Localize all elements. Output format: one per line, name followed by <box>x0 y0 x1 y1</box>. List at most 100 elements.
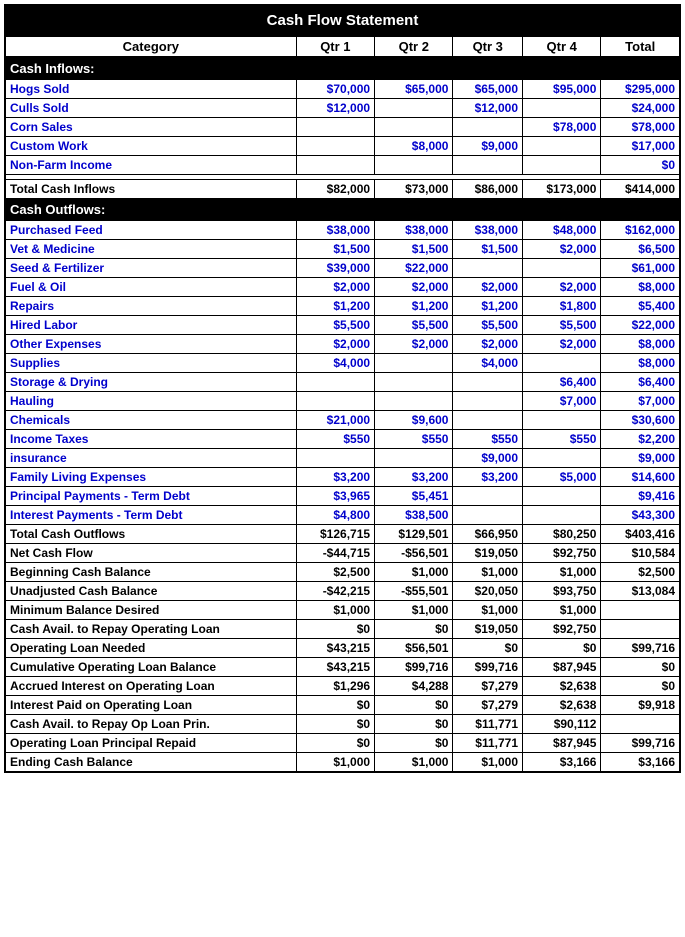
row-value <box>523 449 601 468</box>
row-value: $0 <box>296 696 374 715</box>
row-category: Cumulative Operating Loan Balance <box>5 658 296 677</box>
row-category: Purchased Feed <box>5 221 296 240</box>
row-value: $295,000 <box>601 80 680 99</box>
row-category: Hired Labor <box>5 316 296 335</box>
row-value: $93,750 <box>523 582 601 601</box>
row-value: $19,050 <box>453 544 523 563</box>
row-category: insurance <box>5 449 296 468</box>
total-inflows-q2: $73,000 <box>375 180 453 199</box>
row-value <box>601 715 680 734</box>
row-value: $22,000 <box>601 316 680 335</box>
row-value: $0 <box>453 639 523 658</box>
page-wrapper: Cash Flow Statement Category Qtr 1 Qtr 2… <box>0 0 685 777</box>
table-title: Cash Flow Statement <box>5 5 680 36</box>
header-qtr4: Qtr 4 <box>523 36 601 57</box>
row-value: $99,716 <box>601 639 680 658</box>
table-row: Operating Loan Principal Repaid$0$0$11,7… <box>5 734 680 753</box>
table-row: Beginning Cash Balance$2,500$1,000$1,000… <box>5 563 680 582</box>
row-value: $7,000 <box>523 392 601 411</box>
row-value <box>601 620 680 639</box>
outflows-section-header: Cash Outflows: <box>5 199 680 221</box>
row-category: Income Taxes <box>5 430 296 449</box>
row-value: $9,600 <box>375 411 453 430</box>
table-row: Purchased Feed$38,000$38,000$38,000$48,0… <box>5 221 680 240</box>
row-value: $0 <box>601 156 680 175</box>
row-category: Supplies <box>5 354 296 373</box>
row-value: $1,000 <box>375 601 453 620</box>
row-value: $2,638 <box>523 677 601 696</box>
row-category: Operating Loan Principal Repaid <box>5 734 296 753</box>
row-category: Corn Sales <box>5 118 296 137</box>
row-value <box>375 99 453 118</box>
row-value: $38,500 <box>375 506 453 525</box>
row-category: Interest Payments - Term Debt <box>5 506 296 525</box>
outflows-header-label: Cash Outflows: <box>5 199 680 221</box>
total-outflows-q3: $66,950 <box>453 525 523 544</box>
row-value: $0 <box>375 696 453 715</box>
row-value: $99,716 <box>453 658 523 677</box>
row-value: $5,500 <box>453 316 523 335</box>
row-value: $87,945 <box>523 658 601 677</box>
row-value: $38,000 <box>453 221 523 240</box>
cash-flow-table: Cash Flow Statement Category Qtr 1 Qtr 2… <box>4 4 681 773</box>
row-value: $1,000 <box>453 753 523 773</box>
row-value: $78,000 <box>523 118 601 137</box>
row-value: $0 <box>523 639 601 658</box>
row-value: $8,000 <box>601 335 680 354</box>
row-category: Interest Paid on Operating Loan <box>5 696 296 715</box>
row-value: -$55,501 <box>375 582 453 601</box>
row-value <box>375 449 453 468</box>
row-value: $8,000 <box>601 278 680 297</box>
row-value: $2,000 <box>523 278 601 297</box>
row-value <box>296 118 374 137</box>
row-value: $9,000 <box>601 449 680 468</box>
row-category: Chemicals <box>5 411 296 430</box>
row-category: Ending Cash Balance <box>5 753 296 773</box>
row-value: $87,945 <box>523 734 601 753</box>
row-category: Fuel & Oil <box>5 278 296 297</box>
row-value: $0 <box>375 620 453 639</box>
row-value: $1,000 <box>296 753 374 773</box>
row-value: $6,400 <box>601 373 680 392</box>
row-value: $4,000 <box>453 354 523 373</box>
row-value: $92,750 <box>523 544 601 563</box>
row-value: $1,000 <box>375 753 453 773</box>
row-value: $9,000 <box>453 449 523 468</box>
row-value: $1,000 <box>453 601 523 620</box>
row-value: $1,500 <box>296 240 374 259</box>
table-row: Culls Sold$12,000$12,000$24,000 <box>5 99 680 118</box>
row-value: $61,000 <box>601 259 680 278</box>
row-category: Storage & Drying <box>5 373 296 392</box>
table-row: Custom Work$8,000$9,000$17,000 <box>5 137 680 156</box>
row-value: $21,000 <box>296 411 374 430</box>
total-outflows-q4: $80,250 <box>523 525 601 544</box>
row-value: $550 <box>523 430 601 449</box>
header-category: Category <box>5 36 296 57</box>
total-inflows-total: $414,000 <box>601 180 680 199</box>
row-value <box>296 137 374 156</box>
row-value: $20,050 <box>453 582 523 601</box>
row-category: Vet & Medicine <box>5 240 296 259</box>
row-value: $5,451 <box>375 487 453 506</box>
row-value: $550 <box>453 430 523 449</box>
row-value: $65,000 <box>375 80 453 99</box>
row-value: $2,200 <box>601 430 680 449</box>
row-category: Seed & Fertilizer <box>5 259 296 278</box>
row-value: $43,300 <box>601 506 680 525</box>
row-value: $5,000 <box>523 468 601 487</box>
row-value <box>523 99 601 118</box>
row-value: $2,000 <box>523 335 601 354</box>
row-value <box>523 156 601 175</box>
row-value: $1,296 <box>296 677 374 696</box>
inflows-section-header: Cash Inflows: <box>5 57 680 80</box>
row-category: Cash Avail. to Repay Op Loan Prin. <box>5 715 296 734</box>
table-row: Interest Payments - Term Debt$4,800$38,5… <box>5 506 680 525</box>
row-value: $1,000 <box>375 563 453 582</box>
table-row: Cash Avail. to Repay Operating Loan$0$0$… <box>5 620 680 639</box>
row-value: $9,416 <box>601 487 680 506</box>
row-category: Repairs <box>5 297 296 316</box>
row-value: $14,600 <box>601 468 680 487</box>
row-value: $1,500 <box>375 240 453 259</box>
row-value: $1,000 <box>296 601 374 620</box>
row-value: $95,000 <box>523 80 601 99</box>
